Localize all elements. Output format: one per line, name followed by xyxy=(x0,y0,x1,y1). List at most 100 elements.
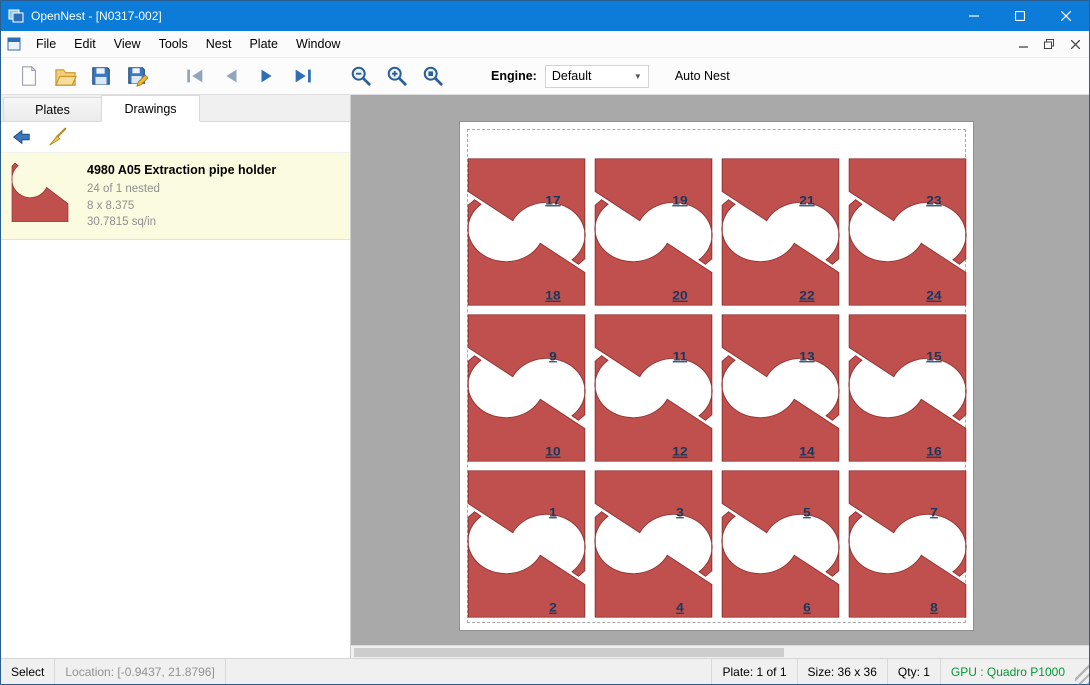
part-number: 17 xyxy=(545,193,560,207)
engine-select[interactable]: Default ▼ xyxy=(545,65,649,88)
nested-part[interactable] xyxy=(722,159,839,264)
menu-edit[interactable]: Edit xyxy=(65,33,105,55)
nested-part[interactable] xyxy=(595,471,712,576)
zoom-in-button[interactable] xyxy=(379,61,415,92)
close-button[interactable] xyxy=(1043,1,1089,31)
menu-nest[interactable]: Nest xyxy=(197,33,241,55)
mdi-restore-button[interactable] xyxy=(1037,34,1061,54)
nested-part[interactable] xyxy=(722,356,839,461)
nested-part[interactable] xyxy=(722,200,839,305)
status-location: Location: [-0.9437, 21.8796] xyxy=(55,659,225,684)
send-to-plate-button[interactable] xyxy=(7,124,35,150)
zoom-fit-icon xyxy=(422,65,444,87)
mdi-document-icon[interactable] xyxy=(7,37,21,51)
nested-part[interactable] xyxy=(468,200,585,305)
zoom-out-button[interactable] xyxy=(343,61,379,92)
nest-pair[interactable]: 2324 xyxy=(845,157,970,307)
part-number: 11 xyxy=(673,349,688,363)
nested-part[interactable] xyxy=(722,471,839,576)
nest-pair[interactable]: 1314 xyxy=(718,313,843,463)
save-icon xyxy=(90,65,112,87)
mdi-minimize-button[interactable] xyxy=(1011,34,1035,54)
tab-drawings[interactable]: Drawings xyxy=(101,95,200,122)
nest-pair[interactable]: 78 xyxy=(845,469,970,619)
nested-part[interactable] xyxy=(849,512,966,617)
previous-plate-button[interactable] xyxy=(213,61,249,92)
nested-part[interactable] xyxy=(468,356,585,461)
sidebar-tabs: Plates Drawings xyxy=(1,95,350,122)
drawings-list-empty-space xyxy=(1,240,350,658)
nest-area: 171819202122232491011121314151612345678 xyxy=(460,122,973,630)
nest-pair[interactable]: 1112 xyxy=(591,313,716,463)
sidebar: Plates Drawings 4980 A05 Extraction pipe… xyxy=(1,95,351,658)
save-button[interactable] xyxy=(83,61,119,92)
nest-pair[interactable]: 2122 xyxy=(718,157,843,307)
open-folder-icon xyxy=(54,65,77,88)
nest-canvas[interactable]: 171819202122232491011121314151612345678 xyxy=(351,95,1089,658)
nest-pair[interactable]: 34 xyxy=(591,469,716,619)
next-arrow-icon xyxy=(256,65,278,87)
zoom-fit-button[interactable] xyxy=(415,61,451,92)
status-mode: Select xyxy=(1,659,55,684)
nested-part[interactable] xyxy=(849,159,966,264)
tab-plates[interactable]: Plates xyxy=(3,97,102,121)
menu-tools[interactable]: Tools xyxy=(150,33,197,55)
first-plate-button[interactable] xyxy=(177,61,213,92)
nested-part[interactable] xyxy=(595,315,712,420)
nested-part[interactable] xyxy=(849,471,966,576)
status-plate-count: Plate: 1 of 1 xyxy=(711,659,796,684)
next-plate-button[interactable] xyxy=(249,61,285,92)
drawing-list-item[interactable]: 4980 A05 Extraction pipe holder 24 of 1 … xyxy=(1,153,350,240)
auto-nest-button[interactable]: Auto Nest xyxy=(675,69,730,83)
part-shape-icon xyxy=(11,161,69,222)
nested-part[interactable] xyxy=(468,471,585,576)
menu-window[interactable]: Window xyxy=(287,33,349,55)
open-button[interactable] xyxy=(47,61,83,92)
menu-view[interactable]: View xyxy=(105,33,150,55)
status-bar: Select Location: [-0.9437, 21.8796] Plat… xyxy=(1,658,1089,684)
nest-pair[interactable]: 1718 xyxy=(464,157,589,307)
menu-file[interactable]: File xyxy=(27,33,65,55)
nested-part[interactable] xyxy=(595,512,712,617)
nest-pair[interactable]: 12 xyxy=(464,469,589,619)
part-number: 24 xyxy=(926,289,942,303)
part-number: 16 xyxy=(926,445,941,459)
nested-part[interactable] xyxy=(722,512,839,617)
nested-part[interactable] xyxy=(468,159,585,264)
content-area: Plates Drawings 4980 A05 Extraction pipe… xyxy=(1,95,1089,658)
last-arrow-icon xyxy=(292,65,314,87)
minimize-button[interactable] xyxy=(951,1,997,31)
menu-plate[interactable]: Plate xyxy=(240,33,287,55)
nested-part[interactable] xyxy=(849,315,966,420)
nest-pair[interactable]: 1516 xyxy=(845,313,970,463)
mdi-close-button[interactable] xyxy=(1063,34,1087,54)
save-as-button[interactable] xyxy=(119,61,155,92)
part-number: 6 xyxy=(803,601,811,615)
part-number: 3 xyxy=(676,505,684,519)
nested-part[interactable] xyxy=(849,356,966,461)
nested-part[interactable] xyxy=(722,315,839,420)
nested-part[interactable] xyxy=(468,315,585,420)
part-number: 18 xyxy=(545,289,560,303)
nested-part[interactable] xyxy=(595,159,712,264)
part-number: 4 xyxy=(676,601,685,615)
part-number: 7 xyxy=(930,505,938,519)
zoom-in-icon xyxy=(386,65,408,87)
nest-pair[interactable]: 56 xyxy=(718,469,843,619)
nested-part[interactable] xyxy=(468,512,585,617)
clear-drawings-button[interactable] xyxy=(43,124,71,150)
nested-part[interactable] xyxy=(595,200,712,305)
resize-grip[interactable] xyxy=(1075,659,1089,684)
scrollbar-thumb[interactable] xyxy=(354,648,784,657)
maximize-button[interactable] xyxy=(997,1,1043,31)
nested-part[interactable] xyxy=(849,200,966,305)
broom-icon xyxy=(46,126,68,148)
nest-pair[interactable]: 1920 xyxy=(591,157,716,307)
last-plate-button[interactable] xyxy=(285,61,321,92)
nested-part[interactable] xyxy=(595,356,712,461)
app-icon xyxy=(8,8,24,24)
part-number: 13 xyxy=(799,349,814,363)
canvas-horizontal-scrollbar[interactable] xyxy=(351,645,1089,658)
new-file-button[interactable] xyxy=(11,61,47,92)
nest-pair[interactable]: 910 xyxy=(464,313,589,463)
